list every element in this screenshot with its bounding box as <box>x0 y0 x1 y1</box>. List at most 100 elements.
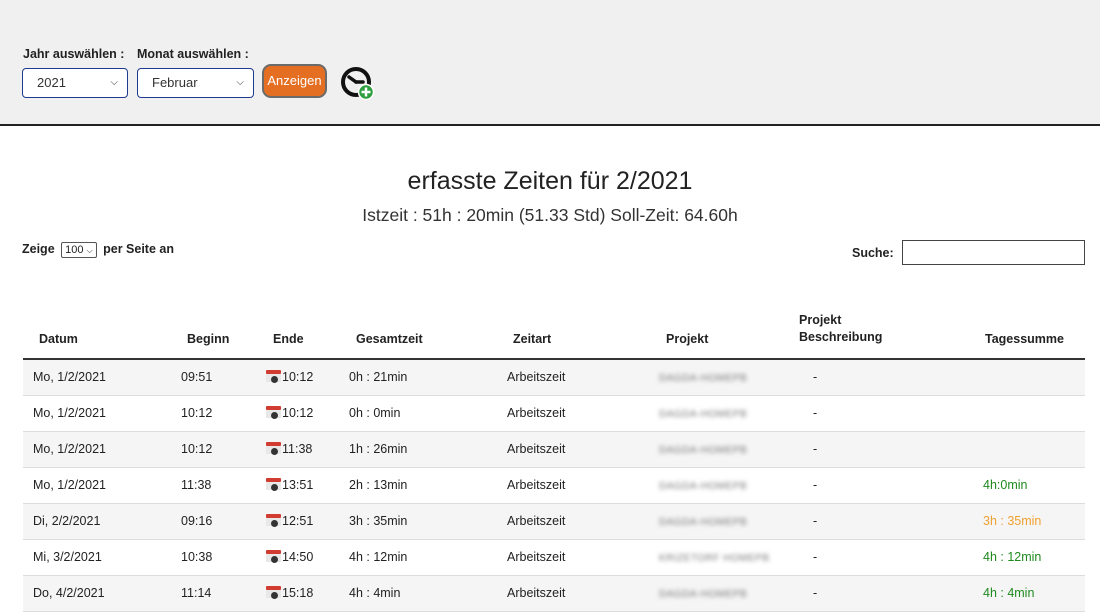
month-select[interactable]: Februar ⌵ <box>137 68 254 98</box>
add-time-icon[interactable] <box>340 66 376 102</box>
search-input[interactable] <box>902 240 1085 265</box>
cell-start: 10:38 <box>181 550 213 564</box>
col-date[interactable]: Datum <box>39 332 78 346</box>
col-daysum[interactable]: Tagessumme <box>985 332 1064 346</box>
end-time: 10:12 <box>282 370 314 384</box>
cell-daysum: 4h : 12min <box>983 550 1042 564</box>
cell-description: - <box>813 406 818 420</box>
cell-type: Arbeitszeit <box>507 550 566 564</box>
cell-end: 10:12 <box>266 396 313 431</box>
cell-project: DAGDA-HOMEPB <box>659 360 747 396</box>
cell-start: 10:12 <box>181 406 213 420</box>
chevron-down-icon: ⌵ <box>110 77 118 88</box>
col-type[interactable]: Zeitart <box>513 332 551 346</box>
project-name: DAGDA-HOMEPB <box>659 517 748 528</box>
col-description[interactable]: Projekt Beschreibung <box>799 312 882 346</box>
show-button[interactable]: Anzeigen <box>262 64 327 98</box>
cell-date: Mo, 1/2/2021 <box>33 406 106 420</box>
cell-date: Mo, 1/2/2021 <box>33 370 106 384</box>
cell-total: 3h : 35min <box>349 514 408 528</box>
table-row: Mo, 1/2/2021 09:51 10:12 0h : 21min Arbeitsz… <box>23 360 1085 396</box>
cell-start: 11:38 <box>181 478 212 492</box>
end-time: 11:38 <box>282 442 313 456</box>
cell-total: 4h : 12min <box>349 550 408 564</box>
chevron-down-icon: ⌵ <box>236 77 244 88</box>
calendar-clock-icon[interactable] <box>266 549 281 563</box>
search-label: Suche: <box>852 246 894 260</box>
table-row: Mo, 1/2/2021 10:12 11:38 1h : 26min Arbeitsz… <box>23 432 1085 468</box>
end-time: 13:51 <box>282 478 314 492</box>
page-size-value: 100 <box>65 244 84 256</box>
cell-date: Do, 4/2/2021 <box>33 586 105 600</box>
page-length-control: Zeige 100 ⌵ per Seite an <box>22 242 174 258</box>
cell-end: 13:51 <box>266 468 313 503</box>
col-total[interactable]: Gesamtzeit <box>356 332 423 346</box>
cell-type: Arbeitszeit <box>507 370 566 384</box>
cell-description: - <box>813 478 818 492</box>
cell-project: DAGDA-HOMEPB <box>659 504 747 540</box>
end-time: 10:12 <box>282 406 314 420</box>
project-name: DAGDA-HOMEPB <box>659 445 748 456</box>
month-label: Monat auswählen : <box>137 47 249 61</box>
cell-date: Mi, 3/2/2021 <box>33 550 102 564</box>
project-name: DAGDA-HOMEPB <box>659 373 748 384</box>
cell-type: Arbeitszeit <box>507 586 566 600</box>
year-label: Jahr auswählen : <box>23 47 125 61</box>
cell-total: 0h : 0min <box>349 406 401 420</box>
cell-daysum: 4h : 4min <box>983 586 1035 600</box>
cell-project: KRIZETORF HOMEPB <box>659 540 770 576</box>
col-description-line1: Projekt <box>799 313 842 327</box>
cell-total: 2h : 13min <box>349 478 408 492</box>
cell-daysum: 4h:0min <box>983 478 1028 492</box>
project-name: DAGDA-HOMEPB <box>659 409 748 420</box>
cell-project: DAGDA-HOMEPB <box>659 396 747 432</box>
page-title: erfasste Zeiten für 2/2021 <box>407 167 693 195</box>
col-description-line2: Beschreibung <box>799 330 883 344</box>
cell-project: DAGDA-HOMEPB <box>659 576 747 612</box>
project-name: DAGDA-HOMEPB <box>659 481 748 492</box>
end-time: 15:18 <box>282 586 314 600</box>
cell-end: 10:12 <box>266 360 313 395</box>
cell-description: - <box>813 514 818 528</box>
cell-end: 11:38 <box>266 432 312 467</box>
show-prefix: Zeige <box>22 242 55 256</box>
cell-date: Mo, 1/2/2021 <box>33 478 106 492</box>
cell-total: 4h : 4min <box>349 586 401 600</box>
calendar-clock-icon[interactable] <box>266 441 281 455</box>
calendar-clock-icon[interactable] <box>266 513 281 527</box>
calendar-clock-icon[interactable] <box>266 369 281 383</box>
month-select-value: Februar <box>152 75 198 90</box>
cell-description: - <box>813 550 818 564</box>
cell-type: Arbeitszeit <box>507 514 566 528</box>
end-time: 14:50 <box>282 550 314 564</box>
calendar-clock-icon[interactable] <box>266 405 281 419</box>
table-row: Mi, 3/2/2021 10:38 14:50 4h : 12min Arbeitsz… <box>23 540 1085 576</box>
show-suffix: per Seite an <box>103 242 174 256</box>
cell-date: Mo, 1/2/2021 <box>33 442 106 456</box>
col-start[interactable]: Beginn <box>187 332 229 346</box>
cell-type: Arbeitszeit <box>507 406 566 420</box>
cell-start: 11:14 <box>181 586 212 600</box>
cell-description: - <box>813 370 818 384</box>
time-summary: Istzeit : 51h : 20min (51.33 Std) Soll-Z… <box>362 205 738 225</box>
table-row: Mo, 1/2/2021 10:12 10:12 0h : 0min Arbeitsze… <box>23 396 1085 432</box>
col-end[interactable]: Ende <box>273 332 304 346</box>
filter-bar: Jahr auswählen : Monat auswählen : 2021 … <box>0 0 1100 126</box>
cell-type: Arbeitszeit <box>507 442 566 456</box>
cell-end: 14:50 <box>266 540 313 575</box>
cell-description: - <box>813 442 818 456</box>
calendar-clock-icon[interactable] <box>266 585 281 599</box>
year-select[interactable]: 2021 ⌵ <box>22 68 128 98</box>
cell-total: 0h : 21min <box>349 370 408 384</box>
table-row: Di, 2/2/2021 09:16 12:51 3h : 35min Arbeitsz… <box>23 504 1085 540</box>
cell-total: 1h : 26min <box>349 442 408 456</box>
cell-type: Arbeitszeit <box>507 478 566 492</box>
col-project[interactable]: Projekt <box>666 332 708 346</box>
project-name: DAGDA-HOMEPB <box>659 589 748 600</box>
page-size-select[interactable]: 100 ⌵ <box>61 242 97 258</box>
calendar-clock-icon[interactable] <box>266 477 281 491</box>
year-select-value: 2021 <box>37 75 66 90</box>
cell-start: 09:16 <box>181 514 213 528</box>
project-name: KRIZETORF HOMEPB <box>659 553 770 564</box>
cell-description: - <box>813 586 818 600</box>
